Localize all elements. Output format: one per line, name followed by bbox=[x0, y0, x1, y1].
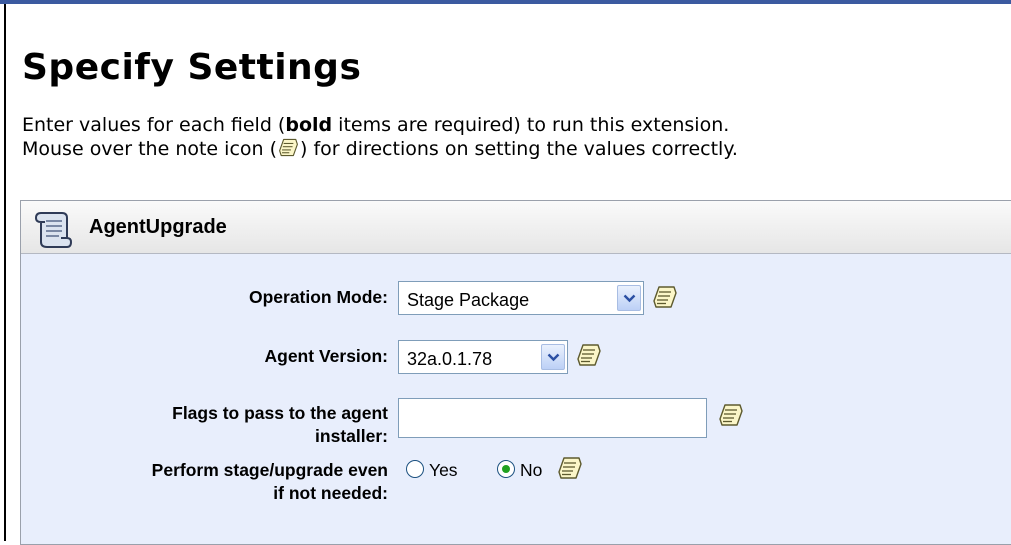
instructions: Enter values for each field (bold items … bbox=[22, 114, 1002, 161]
instructions-text: items are required) to run this extensio… bbox=[332, 114, 730, 136]
top-border bbox=[0, 0, 1011, 4]
chevron-down-icon bbox=[547, 353, 560, 362]
operation-mode-value: Stage Package bbox=[407, 290, 530, 310]
flags-input[interactable] bbox=[398, 398, 707, 438]
operation-mode-label: Operation Mode: bbox=[248, 287, 388, 307]
instructions-bold-word: bold bbox=[285, 114, 333, 136]
note-icon[interactable] bbox=[557, 455, 583, 481]
radio-yes-circle[interactable] bbox=[406, 460, 424, 478]
agent-version-label: Agent Version: bbox=[264, 346, 389, 366]
dropdown-button[interactable] bbox=[541, 344, 565, 370]
flags-label-line-1: Flags to pass to the agent bbox=[172, 403, 388, 423]
radio-no-label[interactable]: No bbox=[520, 458, 542, 482]
chevron-down-icon bbox=[623, 294, 636, 303]
note-icon[interactable] bbox=[576, 342, 602, 368]
perform-stage-label-line-2: if not needed: bbox=[273, 483, 388, 503]
note-icon bbox=[278, 137, 299, 158]
agent-version-select[interactable]: 32a.0.1.78 bbox=[398, 340, 568, 374]
radio-no-circle[interactable] bbox=[497, 460, 515, 478]
instructions-text: Mouse over the note icon ( bbox=[22, 138, 278, 160]
operation-mode-select[interactable]: Stage Package bbox=[398, 281, 644, 315]
instructions-text: Enter values for each field ( bbox=[22, 114, 286, 136]
panel-title: AgentUpgrade bbox=[89, 216, 227, 238]
instructions-text: ) for directions on setting the values c… bbox=[300, 138, 738, 160]
radio-selected-dot bbox=[502, 465, 510, 473]
agent-version-value: 32a.0.1.78 bbox=[407, 349, 493, 369]
instructions-line-2: Mouse over the note icon ( ) for directio… bbox=[22, 137, 1002, 161]
perform-stage-label: Perform stage/upgrade even if not needed… bbox=[28, 459, 388, 505]
note-icon[interactable] bbox=[718, 402, 744, 428]
page-title: Specify Settings bbox=[22, 47, 362, 88]
panel-header: AgentUpgrade bbox=[21, 201, 1011, 254]
note-icon[interactable] bbox=[652, 284, 678, 310]
left-border bbox=[4, 4, 6, 541]
perform-stage-label-line-1: Perform stage/upgrade even bbox=[151, 460, 388, 480]
instructions-line-1: Enter values for each field (bold items … bbox=[22, 114, 1002, 137]
radio-yes-label[interactable]: Yes bbox=[429, 458, 458, 482]
scroll-icon bbox=[35, 212, 72, 248]
dropdown-button[interactable] bbox=[617, 285, 641, 311]
flags-label: Flags to pass to the agent installer: bbox=[28, 402, 388, 448]
flags-label-line-2: installer: bbox=[315, 426, 388, 446]
